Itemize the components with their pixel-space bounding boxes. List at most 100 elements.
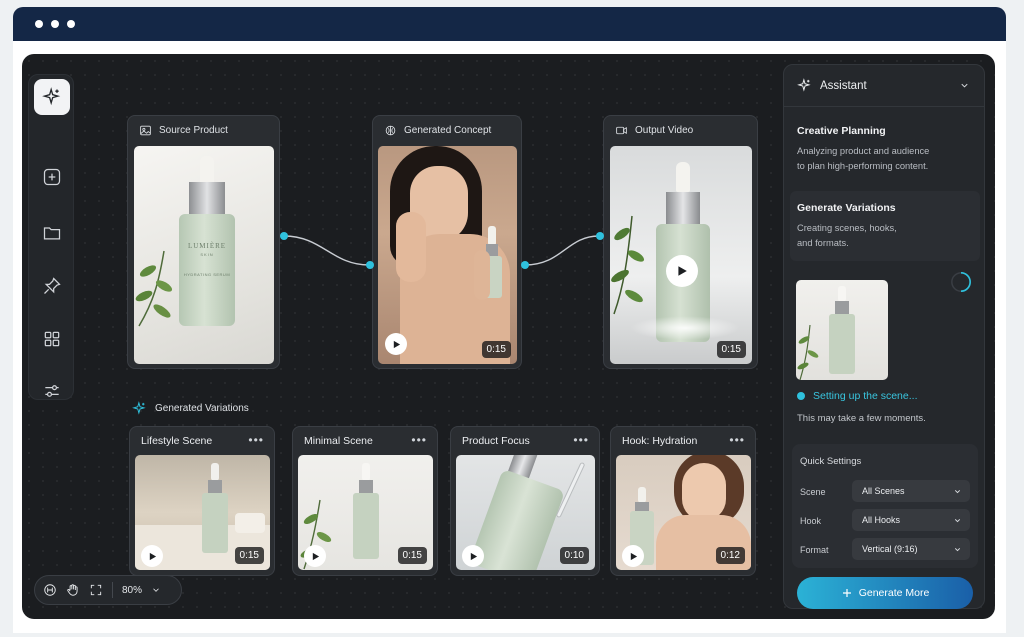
leaf-decoration (135, 250, 173, 327)
quick-settings-title: Quick Settings (800, 456, 862, 467)
play-icon (630, 552, 637, 560)
sparkle-icon (797, 78, 811, 92)
output-video-node[interactable]: Output Video 0:15 (603, 115, 758, 369)
chevron-down-icon (954, 490, 961, 494)
format-value: Vertical (9:16) (862, 544, 918, 554)
variation-thumbnail: 0:12 (616, 455, 751, 570)
task-title: Generate Variations (797, 202, 896, 214)
variation-card-minimal[interactable]: Minimal Scene ••• 0:15 (292, 426, 438, 576)
output-video-thumbnail: 0:15 (610, 146, 752, 364)
variation-card-lifestyle[interactable]: Lifestyle Scene ••• 0:15 (129, 426, 275, 576)
hook-value: All Hooks (862, 515, 901, 525)
status-dot-icon (797, 392, 805, 400)
spinner-icon (951, 272, 971, 292)
task-desc-line: to plan high-performing content. (797, 161, 929, 171)
scene-value: All Scenes (862, 486, 905, 496)
task-title: Creative Planning (797, 125, 886, 137)
canvas-controls: 80% (34, 575, 182, 605)
variations-title: Generated Variations (155, 403, 249, 414)
chevron-down-icon (954, 519, 961, 523)
scene-label: Scene (800, 487, 826, 497)
status-text: Setting up the scene... (813, 390, 918, 402)
source-product-node[interactable]: Source Product LUMIÈRE SKIN HYDRATING SE… (127, 115, 280, 369)
window-dot-icon[interactable] (35, 20, 43, 28)
browser-title-bar (13, 7, 1006, 41)
play-icon (312, 552, 319, 560)
task-desc-line: Analyzing product and audience (797, 146, 930, 156)
generated-concept-node[interactable]: Generated Concept 0:15 (372, 115, 522, 369)
plus-icon (842, 589, 851, 597)
concept-thumbnail: 0:15 (378, 146, 517, 364)
image-icon (140, 125, 151, 135)
window-dot-icon[interactable] (51, 20, 59, 28)
chevron-down-icon[interactable] (959, 80, 970, 91)
play-button[interactable] (462, 545, 484, 567)
more-options-icon[interactable]: ••• (248, 433, 264, 447)
input-port[interactable] (596, 232, 604, 240)
more-options-icon[interactable]: ••• (729, 433, 745, 447)
zoom-level[interactable]: 80% (122, 585, 142, 596)
format-select[interactable]: Vertical (9:16) (852, 538, 970, 560)
node-title: Generated Concept (404, 124, 492, 136)
node-title: Source Product (159, 124, 228, 136)
play-icon (149, 552, 156, 560)
duration-badge: 0:12 (715, 547, 745, 564)
node-header: Output Video (604, 116, 757, 144)
preview-thumbnail (796, 280, 888, 380)
play-button[interactable] (622, 545, 644, 567)
fullscreen-icon[interactable] (89, 583, 103, 597)
variation-card-product-focus[interactable]: Product Focus ••• 0:10 (450, 426, 600, 576)
duration-badge: 0:15 (397, 547, 427, 564)
task-description: Creating scenes, hooks, and formats. (797, 221, 947, 251)
chevron-down-icon (954, 548, 961, 552)
divider (112, 582, 113, 598)
output-port[interactable] (280, 232, 288, 240)
leaf-decoration (797, 324, 819, 380)
logo-icon[interactable] (43, 583, 57, 597)
play-icon (678, 266, 687, 276)
brand-sub-label: SKIN (200, 252, 214, 257)
play-button[interactable] (385, 333, 407, 355)
play-button[interactable] (304, 545, 326, 567)
variation-card-hook-hydration[interactable]: Hook: Hydration ••• 0:12 (610, 426, 756, 576)
card-title: Lifestyle Scene (141, 435, 213, 447)
duration-badge: 0:15 (481, 341, 511, 358)
output-port[interactable] (521, 261, 529, 269)
assistant-panel: Assistant Creative Planning Analyzing pr… (783, 64, 985, 609)
play-button[interactable] (141, 545, 163, 567)
leaf-decoration (611, 215, 645, 315)
play-icon (470, 552, 477, 560)
generate-more-label: Generate More (858, 587, 930, 599)
more-options-icon[interactable]: ••• (573, 433, 589, 447)
window-dot-icon[interactable] (67, 20, 75, 28)
duration-badge: 0:15 (716, 341, 746, 358)
assistant-header[interactable]: Assistant (784, 65, 984, 107)
hand-icon[interactable] (66, 583, 80, 597)
chevron-down-icon[interactable] (151, 585, 161, 595)
product-label: HYDRATING SERUM (183, 272, 231, 277)
hook-select[interactable]: All Hooks (852, 509, 970, 531)
variation-thumbnail: 0:10 (456, 455, 595, 570)
more-options-icon[interactable]: ••• (411, 433, 427, 447)
duration-badge: 0:15 (234, 547, 264, 564)
app-canvas: Source Product LUMIÈRE SKIN HYDRATING SE… (22, 54, 995, 619)
node-title: Output Video (635, 124, 694, 136)
card-title: Minimal Scene (304, 435, 373, 447)
input-port[interactable] (366, 261, 374, 269)
hook-label: Hook (800, 516, 822, 526)
source-product-image: LUMIÈRE SKIN HYDRATING SERUM (134, 146, 274, 364)
card-title: Product Focus (462, 435, 530, 447)
assistant-title: Assistant (820, 79, 867, 92)
video-icon (616, 126, 627, 134)
status-row: Setting up the scene... (797, 390, 918, 402)
quick-settings: Quick Settings Scene All Scenes Hook All… (792, 444, 978, 568)
brain-icon (385, 125, 396, 135)
generate-more-button[interactable]: Generate More (797, 577, 973, 609)
scene-select[interactable]: All Scenes (852, 480, 970, 502)
sparkle-icon (132, 401, 146, 415)
task-generate-variations: Generate Variations Creating scenes, hoo… (797, 202, 947, 251)
node-header: Generated Concept (373, 116, 521, 144)
status-subtext: This may take a few moments. (797, 413, 926, 424)
node-header: Source Product (128, 116, 279, 144)
play-button[interactable] (666, 255, 698, 287)
